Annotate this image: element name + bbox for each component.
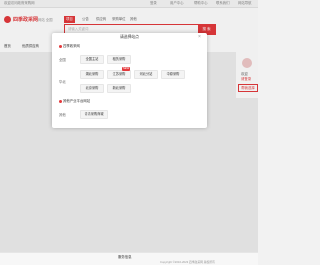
site-chip-qingqing[interactable]: 青青采购商城 (80, 110, 108, 119)
row-label-north: 华北 (59, 80, 66, 84)
bullet-icon (59, 99, 62, 103)
new-badge: NEW (122, 67, 131, 71)
site-chip-hebei[interactable]: 河北分站 (134, 70, 158, 79)
site-chip-zhongyuan[interactable]: 中原采购 (161, 70, 185, 79)
section-title-other: 其他产业平台网站 (59, 99, 90, 103)
modal-title: 请选择站点 (120, 35, 139, 39)
footer-copyright: Copyright ©2010-2023 四季政采网 版权所有 (160, 260, 215, 264)
site-select-modal: 请选择站点 × 四季政采网 全国 全国主站 租赁采购 华北 湖北采购 江苏采购 … (52, 33, 207, 128)
section-title-main-text: 四季政采网 (63, 44, 80, 48)
row-label-other: 其他 (59, 113, 66, 117)
section-title-main: 四季政采网 (59, 44, 80, 48)
row-label-national: 全国 (59, 58, 66, 62)
site-footer: 服务信息 Copyright ©2010-2023 四季政采网 版权所有 (0, 252, 258, 265)
footer-title: 服务信息 (118, 255, 132, 259)
site-chip-lease[interactable]: 租赁采购 (107, 55, 131, 64)
site-chip-beijing[interactable]: 北京采购 (80, 84, 104, 93)
site-chip-hubei[interactable]: 湖北采购 (80, 70, 104, 79)
close-icon[interactable]: × (198, 34, 201, 40)
site-chip-national[interactable]: 全国主站 (80, 55, 104, 64)
site-chip-jiangsu[interactable]: 江苏采购 (107, 70, 131, 79)
site-chip-xinbei[interactable]: 新北采购 (107, 84, 131, 93)
section-title-other-text: 其他产业平台网站 (63, 99, 91, 103)
bullet-icon (59, 44, 62, 48)
